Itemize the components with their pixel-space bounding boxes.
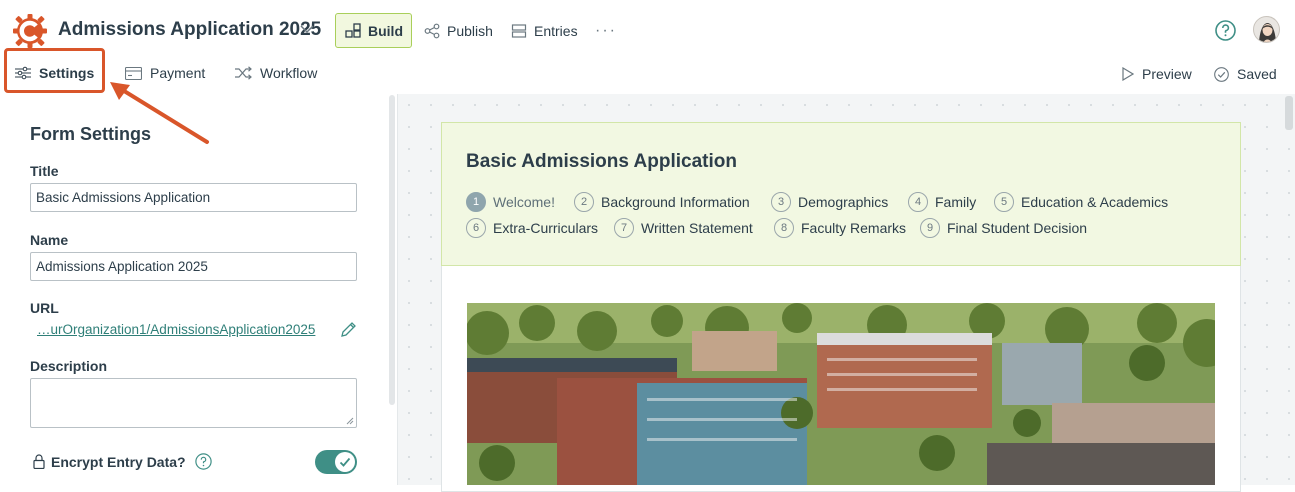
settings-highlight-box bbox=[4, 48, 105, 93]
step-8[interactable]: 8 Faculty Remarks bbox=[774, 218, 906, 238]
name-label: Name bbox=[30, 232, 69, 248]
form-url-link[interactable]: …urOrganization1/AdmissionsApplication20… bbox=[37, 322, 315, 337]
step-number: 1 bbox=[466, 192, 486, 212]
toggle-knob bbox=[335, 452, 355, 472]
campus-image bbox=[467, 303, 1215, 485]
step-3[interactable]: 3 Demographics bbox=[771, 192, 888, 212]
play-icon bbox=[1122, 67, 1134, 81]
build-button[interactable]: Build bbox=[335, 13, 412, 48]
form-title[interactable]: Admissions Application 2025 bbox=[58, 19, 321, 41]
encrypt-label: Encrypt Entry Data? bbox=[51, 453, 186, 470]
sidebar-scrollbar[interactable] bbox=[389, 95, 395, 405]
workflow-label: Workflow bbox=[260, 65, 318, 81]
step-9[interactable]: 9 Final Student Decision bbox=[920, 218, 1087, 238]
share-icon bbox=[424, 23, 440, 38]
step-label: Final Student Decision bbox=[947, 220, 1088, 236]
entries-icon bbox=[511, 23, 527, 38]
step-5[interactable]: 5 Education & Academics bbox=[994, 192, 1168, 212]
saved-label: Saved bbox=[1237, 66, 1277, 82]
title-input[interactable] bbox=[30, 183, 357, 212]
help-icon[interactable] bbox=[194, 453, 212, 470]
avatar-icon bbox=[1259, 23, 1276, 42]
step-label: Welcome! bbox=[493, 194, 555, 210]
step-label: Education & Academics bbox=[1021, 194, 1169, 210]
url-ellipsis: … bbox=[37, 322, 51, 337]
step-number: 4 bbox=[908, 192, 928, 212]
step-label: Faculty Remarks bbox=[801, 220, 907, 236]
top-bar: Admissions Application 2025 Build Publis… bbox=[0, 0, 1295, 58]
preview-button[interactable]: Preview bbox=[1122, 59, 1192, 89]
canvas-scrollbar[interactable] bbox=[1285, 96, 1293, 130]
step-4[interactable]: 4 Family bbox=[908, 192, 976, 212]
publish-button[interactable]: Publish bbox=[424, 13, 493, 48]
step-number: 5 bbox=[994, 192, 1014, 212]
step-2[interactable]: 2 Background Information bbox=[574, 192, 750, 212]
name-input[interactable] bbox=[30, 252, 357, 281]
check-circle-icon bbox=[1214, 66, 1229, 82]
step-label: Written Statement bbox=[641, 220, 753, 236]
build-label: Build bbox=[368, 22, 403, 39]
user-avatar[interactable] bbox=[1253, 16, 1280, 43]
step-number: 9 bbox=[920, 218, 940, 238]
workflow-tab[interactable]: Workflow bbox=[235, 58, 317, 88]
lock-icon bbox=[33, 454, 45, 469]
title-label: Title bbox=[30, 163, 59, 179]
form-card-title: Basic Admissions Application bbox=[466, 151, 737, 172]
check-icon bbox=[339, 457, 351, 467]
annotation-arrow-icon bbox=[110, 82, 209, 144]
shuffle-icon bbox=[235, 66, 252, 80]
campus-photo[interactable] bbox=[467, 303, 1215, 485]
entries-button[interactable]: Entries bbox=[511, 13, 578, 48]
chevron-down-icon[interactable] bbox=[300, 24, 314, 34]
saved-status: Saved bbox=[1214, 59, 1277, 89]
step-1[interactable]: 1 Welcome! bbox=[466, 192, 555, 212]
step-number: 6 bbox=[466, 218, 486, 238]
encrypt-entry-data: Encrypt Entry Data? bbox=[33, 453, 212, 470]
step-6[interactable]: 6 Extra-Curriculars bbox=[466, 218, 598, 238]
step-number: 3 bbox=[771, 192, 791, 212]
description-textarea[interactable] bbox=[30, 378, 357, 428]
step-number: 7 bbox=[614, 218, 634, 238]
url-label: URL bbox=[30, 300, 59, 316]
step-label: Family bbox=[935, 194, 977, 210]
publish-label: Publish bbox=[447, 22, 493, 39]
step-label: Background Information bbox=[601, 194, 750, 210]
step-number: 2 bbox=[574, 192, 594, 212]
build-icon bbox=[345, 22, 361, 38]
description-label: Description bbox=[30, 358, 108, 374]
resize-handle-icon[interactable] bbox=[346, 417, 354, 425]
more-menu-icon[interactable]: ··· bbox=[595, 22, 617, 40]
step-label: Demographics bbox=[798, 194, 889, 210]
app-logo-icon[interactable] bbox=[12, 13, 48, 49]
preview-label: Preview bbox=[1142, 66, 1192, 82]
encrypt-toggle[interactable] bbox=[315, 450, 357, 474]
url-text: urOrganization1/AdmissionsApplication202… bbox=[50, 322, 316, 337]
step-number: 8 bbox=[774, 218, 794, 238]
help-icon[interactable] bbox=[1215, 20, 1236, 41]
edit-url-icon[interactable] bbox=[340, 321, 357, 338]
step-label: Extra-Curriculars bbox=[493, 220, 599, 236]
step-7[interactable]: 7 Written Statement bbox=[614, 218, 753, 238]
entries-label: Entries bbox=[534, 22, 578, 39]
